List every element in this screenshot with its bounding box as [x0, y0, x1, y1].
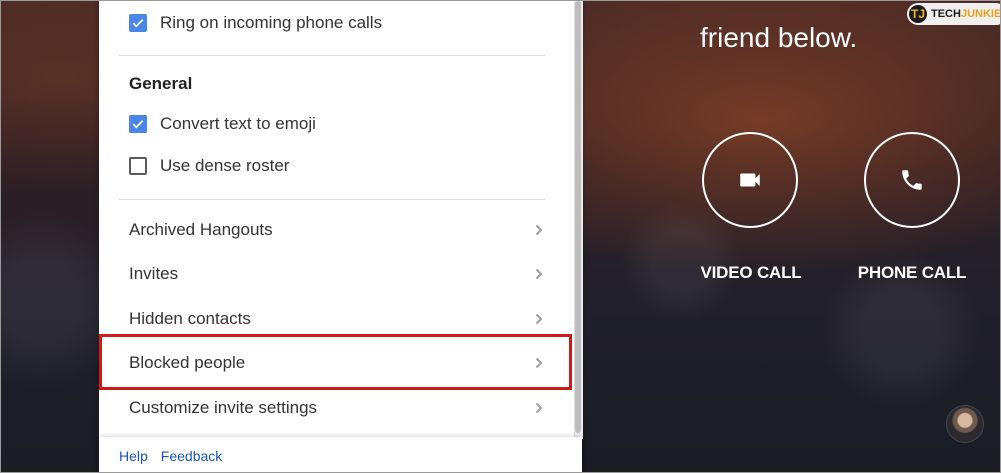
convert-emoji-label: Convert text to emoji: [160, 114, 316, 133]
app-window: friend below. VIDEO CALL PHONE CALL TJ T…: [0, 0, 1001, 473]
blocked-people-highlight: [99, 334, 572, 390]
techjunkie-logo-text: TECHJUNKIE: [931, 8, 1001, 20]
nav-item-label: Customize invite settings: [129, 398, 318, 417]
nav-item-label: Archived Hangouts: [129, 220, 273, 239]
customize-invite-settings-item[interactable]: Customize invite settings: [101, 386, 573, 430]
user-avatar[interactable]: [947, 406, 983, 442]
techjunkie-logo-mark: TJ: [909, 5, 927, 23]
chevron-right-icon: [535, 224, 543, 236]
video-call-button[interactable]: [702, 132, 798, 228]
convert-emoji-option[interactable]: Convert text to emoji: [129, 112, 316, 136]
check-icon: [132, 120, 144, 129]
feedback-link[interactable]: Feedback: [161, 448, 222, 464]
phone-call-button[interactable]: [864, 132, 960, 228]
nav-item-label: Invites: [129, 264, 179, 283]
phone-call-label[interactable]: PHONE CALL: [842, 263, 982, 283]
techjunkie-logo-accent: JUNKIE: [960, 8, 1001, 20]
nav-item-label: Hidden contacts: [129, 309, 251, 328]
settings-footer: Help Feedback: [99, 437, 582, 472]
invites-item[interactable]: Invites: [101, 252, 573, 296]
ring-calls-label: Ring on incoming phone calls: [160, 13, 383, 32]
archived-hangouts-item[interactable]: Archived Hangouts: [101, 208, 573, 252]
call-headline: friend below.: [700, 21, 990, 55]
techjunkie-watermark: TJ TECHJUNKIE: [907, 3, 1001, 25]
ring-calls-option[interactable]: Ring on incoming phone calls: [129, 11, 382, 35]
divider: [119, 55, 545, 56]
convert-emoji-checkbox[interactable]: [129, 115, 147, 133]
scrollbar-thumb[interactable]: [575, 1, 581, 433]
general-section-title: General: [129, 74, 193, 93]
video-call-label[interactable]: VIDEO CALL: [681, 263, 821, 283]
ring-calls-checkbox[interactable]: [129, 14, 147, 32]
chevron-right-icon: [535, 313, 543, 325]
headline-text: friend below.: [700, 22, 858, 53]
chevron-right-icon: [535, 402, 543, 414]
divider: [119, 199, 545, 200]
chevron-right-icon: [535, 268, 543, 280]
check-icon: [132, 19, 144, 28]
help-link[interactable]: Help: [119, 448, 148, 464]
dense-roster-checkbox[interactable]: [129, 157, 147, 175]
dense-roster-label: Use dense roster: [160, 156, 290, 175]
dense-roster-option[interactable]: Use dense roster: [129, 154, 289, 178]
videocam-icon: [740, 173, 760, 187]
phone-icon: [902, 170, 922, 190]
